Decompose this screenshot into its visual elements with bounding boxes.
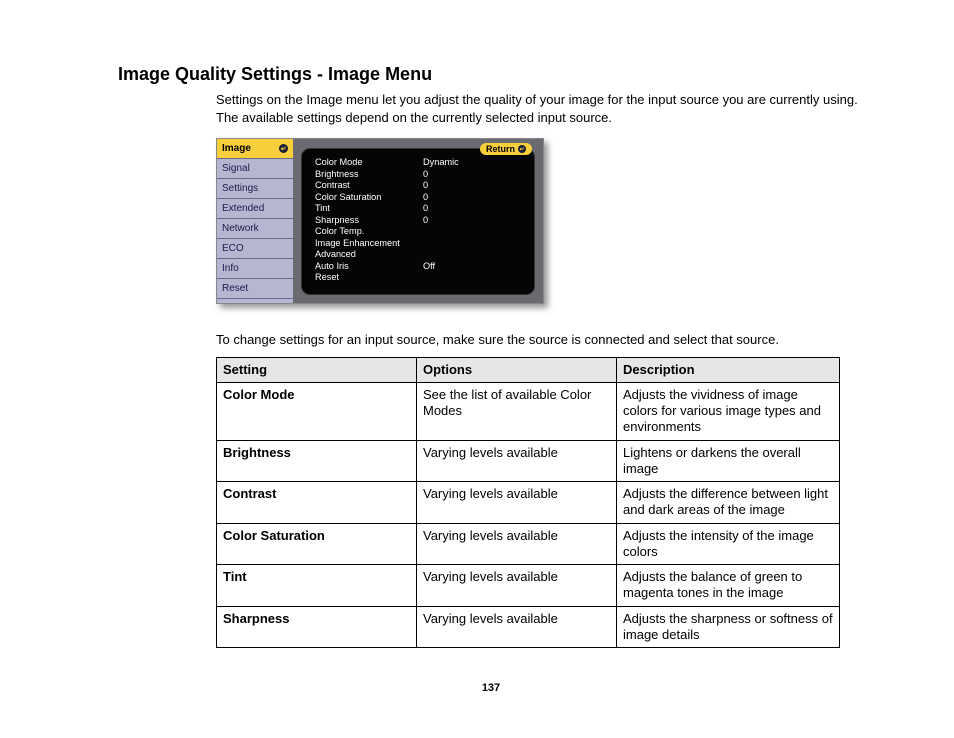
osd-tab-info[interactable]: Info bbox=[217, 259, 293, 279]
osd-setting-row[interactable]: Color ModeDynamic bbox=[315, 157, 521, 169]
table-row: ContrastVarying levels availableAdjusts … bbox=[217, 482, 840, 524]
col-options: Options bbox=[417, 357, 617, 382]
osd-setting-name: Reset bbox=[315, 272, 423, 284]
osd-setting-value: 0 bbox=[423, 203, 428, 215]
osd-setting-row[interactable]: Color Saturation0 bbox=[315, 192, 521, 204]
table-row: TintVarying levels availableAdjusts the … bbox=[217, 565, 840, 607]
cell-setting: Sharpness bbox=[217, 606, 417, 648]
page-number: 137 bbox=[118, 682, 864, 694]
osd-setting-name: Advanced bbox=[315, 249, 423, 261]
col-description: Description bbox=[617, 357, 840, 382]
osd-setting-value: 0 bbox=[423, 215, 428, 227]
table-header-row: Setting Options Description bbox=[217, 357, 840, 382]
cell-options: Varying levels available bbox=[417, 565, 617, 607]
osd-setting-name: Color Saturation bbox=[315, 192, 423, 204]
osd-setting-name: Tint bbox=[315, 203, 423, 215]
osd-tab-extended[interactable]: Extended bbox=[217, 199, 293, 219]
osd-tab-image[interactable]: Image ↵ bbox=[217, 139, 293, 159]
osd-setting-row[interactable]: Image Enhancement bbox=[315, 238, 521, 250]
cell-options: Varying levels available bbox=[417, 482, 617, 524]
osd-tab-signal[interactable]: Signal bbox=[217, 159, 293, 179]
cell-description: Adjusts the difference between light and… bbox=[617, 482, 840, 524]
osd-sidebar: Image ↵ Signal Settings Extended Network ECO In… bbox=[217, 139, 293, 303]
page-title: Image Quality Settings - Image Menu bbox=[118, 64, 864, 85]
enter-icon: ↵ bbox=[279, 144, 288, 153]
osd-tab-label: Extended bbox=[222, 203, 264, 214]
osd-setting-row[interactable]: Auto IrisOff bbox=[315, 261, 521, 273]
cell-setting: Color Saturation bbox=[217, 523, 417, 565]
osd-setting-row[interactable]: Brightness0 bbox=[315, 169, 521, 181]
osd-setting-row[interactable]: Advanced bbox=[315, 249, 521, 261]
osd-tab-label: Signal bbox=[222, 163, 250, 174]
return-label: Return bbox=[486, 144, 515, 154]
osd-tab-settings[interactable]: Settings bbox=[217, 179, 293, 199]
osd-main-panel: Return ↵ Color ModeDynamicBrightness0Con… bbox=[293, 139, 543, 303]
osd-settings-panel: Color ModeDynamicBrightness0Contrast0Col… bbox=[301, 148, 535, 295]
table-row: Color ModeSee the list of available Colo… bbox=[217, 382, 840, 440]
osd-tab-label: Image bbox=[222, 143, 251, 154]
note-text: To change settings for an input source, … bbox=[216, 332, 864, 347]
cell-description: Adjusts the sharpness or softness of ima… bbox=[617, 606, 840, 648]
osd-setting-row[interactable]: Contrast0 bbox=[315, 180, 521, 192]
osd-setting-row[interactable]: Sharpness0 bbox=[315, 215, 521, 227]
cell-setting: Tint bbox=[217, 565, 417, 607]
osd-tab-network[interactable]: Network bbox=[217, 219, 293, 239]
cell-setting: Color Mode bbox=[217, 382, 417, 440]
osd-setting-row[interactable]: Color Temp. bbox=[315, 226, 521, 238]
osd-tab-label: Network bbox=[222, 223, 259, 234]
osd-tab-reset[interactable]: Reset bbox=[217, 279, 293, 299]
table-row: SharpnessVarying levels availableAdjusts… bbox=[217, 606, 840, 648]
osd-setting-value: 0 bbox=[423, 192, 428, 204]
settings-table: Setting Options Description Color ModeSe… bbox=[216, 357, 840, 649]
osd-setting-name: Brightness bbox=[315, 169, 423, 181]
cell-description: Adjusts the intensity of the image color… bbox=[617, 523, 840, 565]
osd-tab-label: Reset bbox=[222, 283, 248, 294]
osd-setting-name: Contrast bbox=[315, 180, 423, 192]
osd-window: Image ↵ Signal Settings Extended Network ECO In… bbox=[216, 138, 544, 304]
enter-icon: ↵ bbox=[518, 145, 526, 153]
cell-setting: Contrast bbox=[217, 482, 417, 524]
cell-options: Varying levels available bbox=[417, 606, 617, 648]
osd-setting-name: Image Enhancement bbox=[315, 238, 423, 250]
osd-tab-label: Info bbox=[222, 263, 239, 274]
cell-description: Adjusts the vividness of image colors fo… bbox=[617, 382, 840, 440]
cell-options: Varying levels available bbox=[417, 523, 617, 565]
table-row: BrightnessVarying levels availableLighte… bbox=[217, 440, 840, 482]
osd-setting-row[interactable]: Reset bbox=[315, 272, 521, 284]
osd-setting-name: Color Mode bbox=[315, 157, 423, 169]
osd-setting-row[interactable]: Tint0 bbox=[315, 203, 521, 215]
osd-setting-value: Dynamic bbox=[423, 157, 459, 169]
cell-options: See the list of available Color Modes bbox=[417, 382, 617, 440]
osd-setting-value: Off bbox=[423, 261, 435, 273]
osd-setting-value: 0 bbox=[423, 180, 428, 192]
osd-tab-eco[interactable]: ECO bbox=[217, 239, 293, 259]
cell-options: Varying levels available bbox=[417, 440, 617, 482]
table-row: Color SaturationVarying levels available… bbox=[217, 523, 840, 565]
osd-setting-name: Sharpness bbox=[315, 215, 423, 227]
osd-setting-name: Color Temp. bbox=[315, 226, 423, 238]
col-setting: Setting bbox=[217, 357, 417, 382]
cell-setting: Brightness bbox=[217, 440, 417, 482]
osd-setting-value: 0 bbox=[423, 169, 428, 181]
cell-description: Adjusts the balance of green to magenta … bbox=[617, 565, 840, 607]
osd-screenshot: Image ↵ Signal Settings Extended Network ECO In… bbox=[216, 138, 864, 304]
intro-text: Settings on the Image menu let you adjus… bbox=[216, 91, 864, 126]
osd-setting-name: Auto Iris bbox=[315, 261, 423, 273]
osd-tab-label: ECO bbox=[222, 243, 244, 254]
osd-tab-label: Settings bbox=[222, 183, 258, 194]
cell-description: Lightens or darkens the overall image bbox=[617, 440, 840, 482]
return-button[interactable]: Return ↵ bbox=[480, 143, 532, 155]
